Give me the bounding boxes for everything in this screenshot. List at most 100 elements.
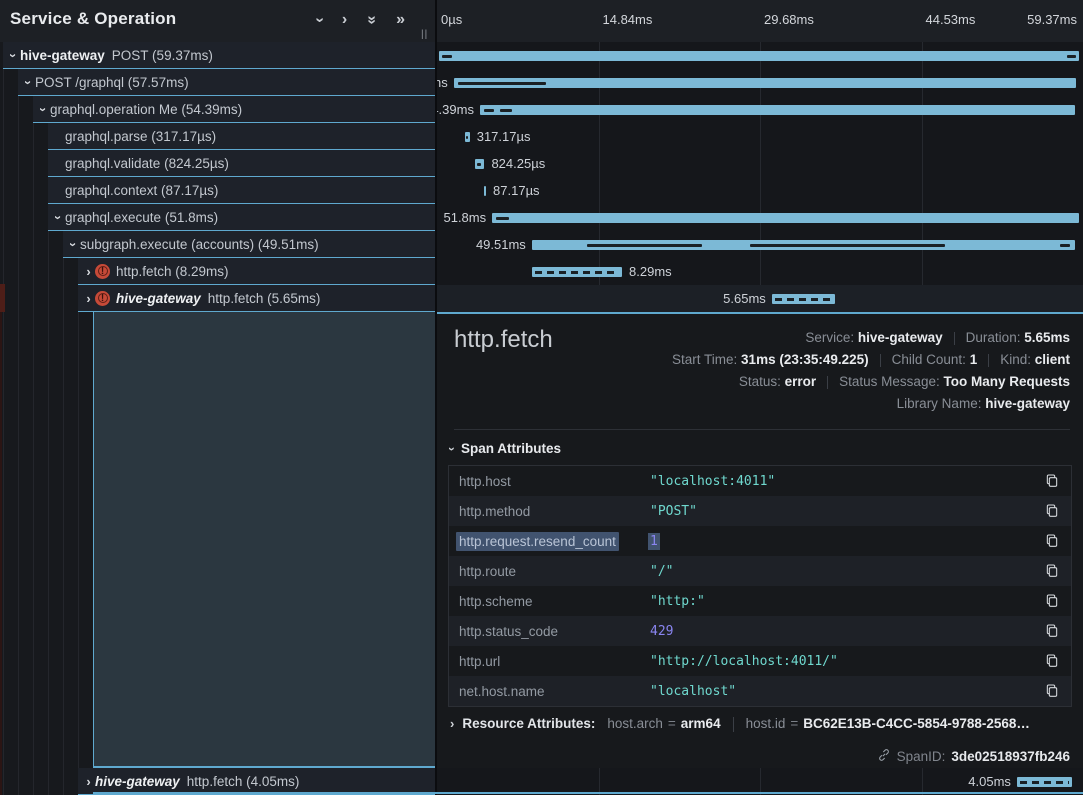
span-service-label: hive-gateway [20,48,105,63]
expand-one-level-icon[interactable]: › [342,9,347,31]
span-row-content[interactable]: graphql.context (87.17µs) [48,177,435,204]
attribute-value[interactable]: "localhost:4011" [648,473,777,490]
span-row-content[interactable]: ›subgraph.execute (accounts) (49.51ms) [63,231,435,258]
attribute-key[interactable]: http.request.resend_count [456,532,619,551]
attribute-row[interactable]: net.host.name "localhost" [449,676,1071,706]
span-row[interactable]: ›hive-gateway http.fetch (4.05ms) [0,768,435,795]
span-bar[interactable] [454,78,1077,88]
span-meta-line: Start Time: 31ms (23:35:49.225)Child Cou… [672,349,1070,371]
child-span-dashes [1020,781,1069,784]
expand-all-icon[interactable]: » [396,9,405,31]
attribute-value[interactable]: "/" [648,563,675,580]
copy-icon[interactable] [1044,533,1060,549]
child-span-mark [477,163,481,166]
attribute-row[interactable]: http.url "http://localhost:4011/" [449,646,1071,676]
attribute-key[interactable]: http.method [456,502,533,521]
span-row[interactable]: ›subgraph.execute (accounts) (49.51ms) [0,231,435,258]
span-row[interactable]: graphql.parse (317.17µs) [0,123,435,150]
attribute-value[interactable]: "localhost" [648,683,738,700]
attribute-key[interactable]: http.host [456,472,514,491]
span-id-value[interactable]: 3de02518937fb246 [951,749,1070,764]
span-row-selected[interactable]: ›hive-gatewayhttp.fetch (5.65ms) [0,285,435,312]
span-bar[interactable] [492,213,1079,223]
collapse-one-level-icon[interactable]: › [308,17,330,22]
copy-icon[interactable] [1044,593,1060,609]
timeline-track [439,42,1079,69]
link-icon[interactable] [877,748,891,765]
span-row-content[interactable]: ›hive-gateway POST (59.37ms) [3,42,435,69]
attribute-row[interactable]: http.method "POST" [449,496,1071,526]
copy-icon[interactable] [1044,563,1060,579]
chevron-right-icon[interactable]: › [82,774,95,789]
chevron-down-icon[interactable]: › [51,211,66,224]
attribute-row[interactable]: http.status_code 429 [449,616,1071,646]
span-id-label: SpanID: [897,749,946,764]
attribute-row[interactable]: http.route "/" [449,556,1071,586]
span-duration-label: 87.17µs [486,177,540,204]
span-row-content[interactable]: graphql.validate (824.25µs) [48,150,435,177]
copy-icon[interactable] [1044,623,1060,639]
span-row-content[interactable]: ›http.fetch (8.29ms) [78,258,435,285]
span-name-label: http.fetch (4.05ms) [187,774,300,789]
attribute-key[interactable]: net.host.name [456,682,548,701]
chevron-down-icon[interactable]: › [6,49,21,62]
span-bar[interactable] [1017,777,1072,787]
axis-tick-label: 44.53ms [926,12,976,27]
chevron-right-icon[interactable]: › [82,291,95,306]
attribute-value[interactable]: 1 [648,533,660,550]
span-row-content[interactable]: ›graphql.execute (51.8ms) [48,204,435,231]
span-row[interactable]: ›graphql.execute (51.8ms) [0,204,435,231]
copy-icon[interactable] [1044,653,1060,669]
span-row[interactable]: ›POST /graphql (57.57ms) [0,69,435,96]
child-span-mark [484,109,494,112]
span-service-label: hive-gateway [95,774,180,789]
span-bar[interactable] [480,105,1075,115]
resource-attributes-row[interactable]: › Resource Attributes: host.arch=arm64ho… [450,716,1030,732]
attribute-value[interactable]: "http://localhost:4011/" [648,653,840,670]
span-row-content[interactable]: ›POST /graphql (57.57ms) [18,69,435,96]
span-meta-line: Service: hive-gatewayDuration: 5.65ms [672,327,1070,349]
attribute-value[interactable]: 429 [648,623,675,640]
chevron-right-icon[interactable]: › [82,264,95,279]
copy-icon[interactable] [1044,503,1060,519]
timeline-track: 49.51ms [439,231,1079,258]
span-row-content[interactable]: graphql.parse (317.17µs) [48,123,435,150]
span-row[interactable]: ›hive-gateway POST (59.37ms) [0,42,435,69]
chevron-down-icon[interactable]: › [36,103,51,116]
error-marker-strip [0,284,5,312]
tree-collapse-controls: › › » » [317,9,405,31]
span-row[interactable]: ›http.fetch (8.29ms) [0,258,435,285]
attribute-key[interactable]: http.url [456,652,503,671]
attribute-row[interactable]: http.request.resend_count 1 [449,526,1071,556]
attribute-row[interactable]: http.scheme "http:" [449,586,1071,616]
attribute-key[interactable]: http.route [456,562,519,581]
chevron-down-icon[interactable]: › [21,76,36,89]
attribute-row[interactable]: http.host "localhost:4011" [449,466,1071,496]
span-row[interactable]: graphql.validate (824.25µs) [0,150,435,177]
meta-label: Status: [739,374,785,389]
span-row-content[interactable]: ›graphql.operation Me (54.39ms) [33,96,435,123]
attribute-key[interactable]: http.scheme [456,592,536,611]
span-bar[interactable] [439,51,1079,61]
attribute-value[interactable]: "POST" [648,503,699,520]
span-bar[interactable] [532,267,622,277]
timeline-track: 8.29ms [439,258,1079,285]
span-bar[interactable] [772,294,835,304]
span-row-content[interactable]: ›hive-gatewayhttp.fetch (5.65ms) [78,285,435,312]
attribute-value[interactable]: "http:" [648,593,707,610]
span-row[interactable]: graphql.context (87.17µs) [0,177,435,204]
collapse-all-icon[interactable]: » [361,16,383,25]
span-row-content[interactable]: ›hive-gateway http.fetch (4.05ms) [78,768,435,795]
copy-icon[interactable] [1044,683,1060,699]
span-attributes-header[interactable]: › Span Attributes [450,441,561,456]
span-duration-label: 49.51ms [476,231,532,258]
span-name-label: POST (59.37ms) [112,48,213,63]
attribute-key[interactable]: http.status_code [456,622,561,641]
span-duration-label: 4.05ms [968,768,1017,795]
child-span-dashes [535,271,619,274]
panel-resize-handle[interactable]: || [421,29,428,40]
chevron-down-icon[interactable]: › [66,238,81,251]
timeline-row-selected: 5.65ms [437,285,1083,312]
copy-icon[interactable] [1044,473,1060,489]
span-row[interactable]: ›graphql.operation Me (54.39ms) [0,96,435,123]
